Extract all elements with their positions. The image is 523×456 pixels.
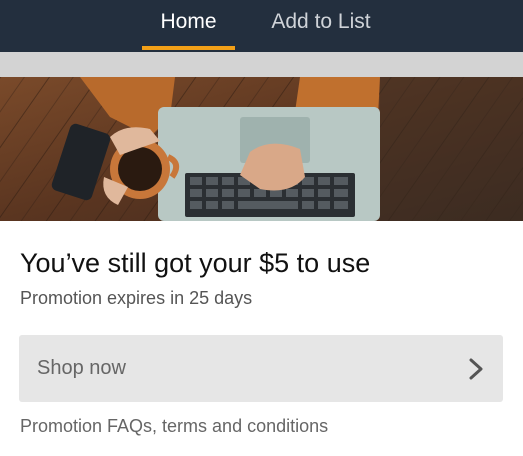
promo-headline: You’ve still got your $5 to use [20, 248, 371, 278]
top-navigation-bar: Home Add to List [0, 0, 523, 52]
promotion-terms-link[interactable]: Promotion FAQs, terms and conditions [20, 416, 328, 437]
promo-expiry-text: Promotion expires in 25 days [20, 288, 253, 308]
active-tab-indicator [142, 46, 235, 50]
laptop-coffee-photo [0, 77, 523, 221]
shop-now-button[interactable]: Shop now [19, 335, 503, 402]
hero-image [0, 77, 523, 221]
header-divider-strip [0, 52, 523, 77]
shop-now-label: Shop now [37, 357, 126, 379]
tab-home[interactable]: Home [142, 0, 235, 52]
chevron-right-icon [469, 358, 483, 380]
tab-add-to-list[interactable]: Add to List [258, 0, 384, 52]
